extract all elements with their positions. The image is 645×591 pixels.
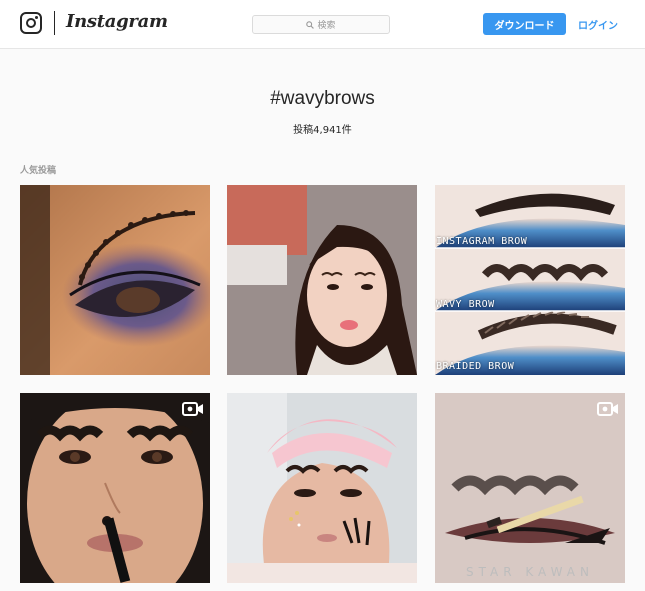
post-thumbnail[interactable]: INSTAGRAM BROW WAVY BROW BRAIDED BROW bbox=[435, 185, 625, 375]
top-nav: Instagram 検索 ダウンロード ログイン bbox=[0, 0, 645, 49]
post-thumbnail[interactable] bbox=[227, 393, 417, 583]
post-thumbnail[interactable] bbox=[20, 185, 210, 375]
instagram-wordmark[interactable]: Instagram bbox=[66, 11, 168, 32]
video-camera-icon bbox=[182, 402, 203, 416]
download-button[interactable]: ダウンロード bbox=[483, 13, 566, 35]
login-link[interactable]: ログイン bbox=[578, 13, 618, 35]
logo-divider bbox=[54, 11, 55, 35]
page-title: #wavybrows bbox=[270, 88, 375, 109]
search-icon bbox=[306, 20, 315, 29]
search-placeholder: 検索 bbox=[317, 21, 336, 31]
image-caption: INSTAGRAM BROW bbox=[436, 236, 528, 247]
post-thumbnail[interactable] bbox=[227, 185, 417, 375]
image-caption: BRAIDED BROW bbox=[436, 361, 515, 372]
post-thumbnail[interactable]: STAR KAWAN bbox=[435, 393, 625, 583]
video-camera-icon bbox=[597, 402, 618, 416]
top-posts-label: 人気投稿 bbox=[20, 166, 57, 176]
image-watermark: STAR KAWAN bbox=[466, 565, 594, 579]
search-input[interactable]: 検索 bbox=[252, 15, 390, 34]
instagram-camera-icon[interactable] bbox=[20, 12, 42, 34]
post-count: 投稿4,941件 bbox=[293, 125, 352, 136]
image-caption: WAVY BROW bbox=[436, 299, 495, 310]
post-thumbnail[interactable] bbox=[20, 393, 210, 583]
